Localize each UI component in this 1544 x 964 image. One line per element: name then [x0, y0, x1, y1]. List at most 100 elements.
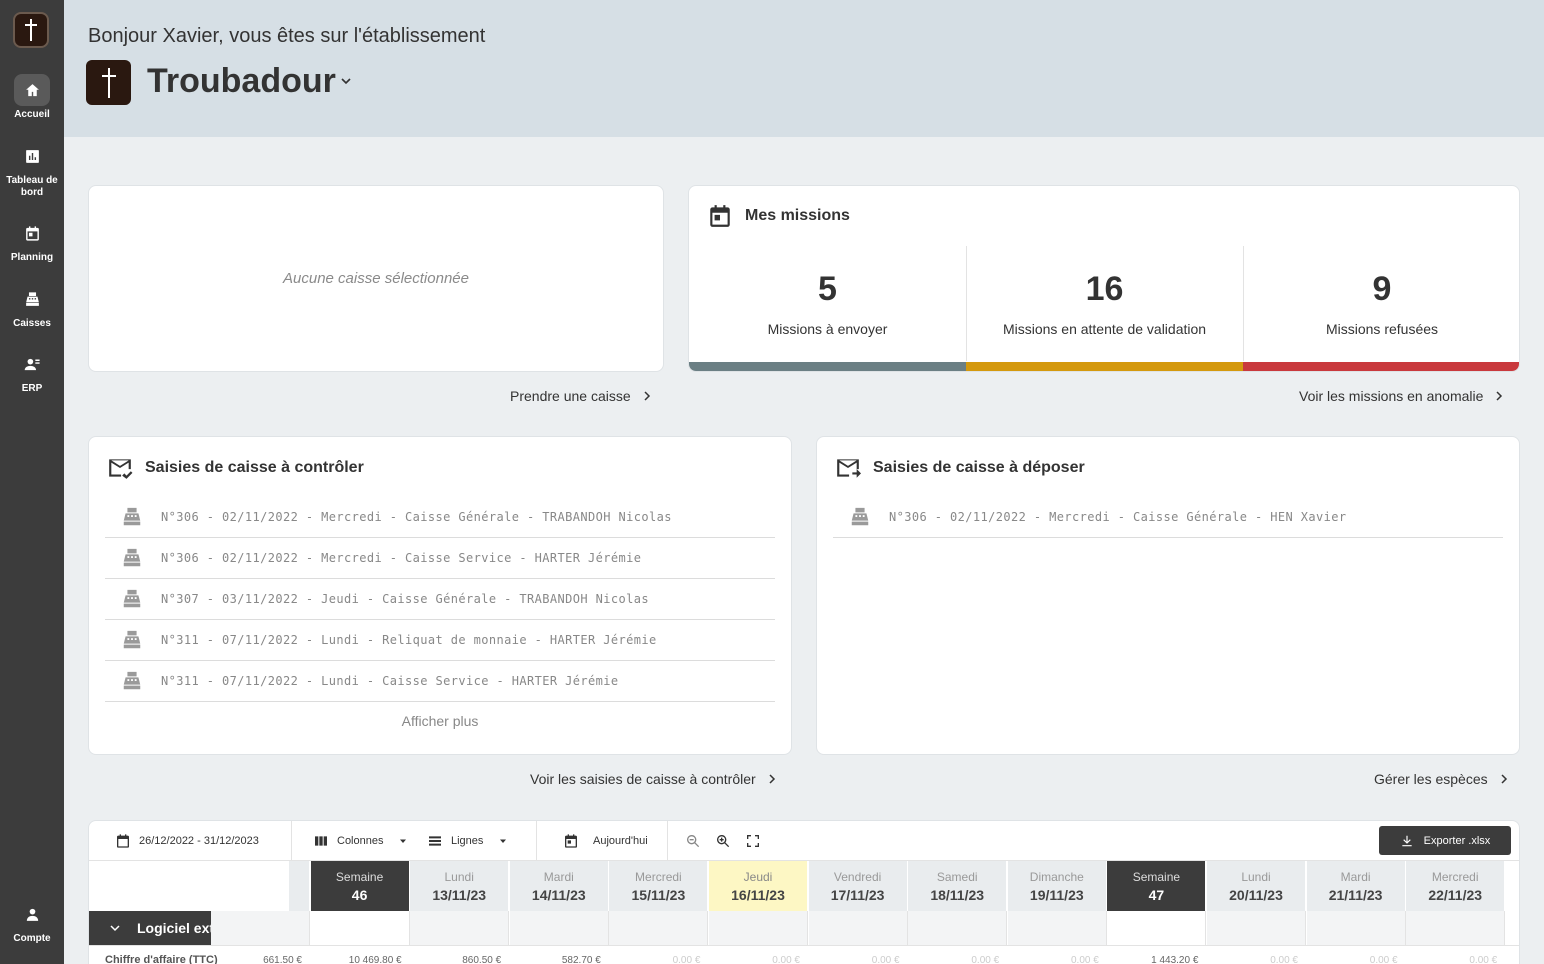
row-label-chiffre-affaire: Chiffre d'affaire (TTC)	[105, 954, 218, 964]
group-cell	[908, 911, 1008, 945]
fullscreen-icon	[747, 835, 759, 847]
sidebar-item-label: ERP	[21, 383, 43, 394]
column-header[interactable]: Mercredi 22/11/23	[1406, 861, 1506, 911]
establishment-logo	[86, 60, 131, 105]
day-name: Mercredi	[635, 870, 682, 884]
group-cell	[1107, 911, 1207, 945]
link-label: Voir les missions en anomalie	[1299, 388, 1484, 404]
voir-saisies-link[interactable]: Voir les saisies de caisse à contrôler	[530, 771, 778, 787]
mission-en-attente[interactable]: 16 Missions en attente de validation	[966, 246, 1243, 361]
chevron-right-icon	[1496, 391, 1503, 401]
table-cell[interactable]: 0.00 €	[1406, 955, 1505, 964]
app-logo[interactable]	[13, 12, 49, 48]
sidebar-item-compte[interactable]: Compte	[0, 898, 64, 945]
table-cell[interactable]: 0.00 €	[809, 955, 908, 964]
controler-title: Saisies de caisse à contrôler	[107, 455, 364, 481]
rows-dropdown[interactable]: Lignes	[427, 821, 509, 861]
today-button[interactable]: Aujourd'hui	[563, 821, 648, 861]
data-table: 26/12/2022 - 31/12/2023 Colonnes Lignes …	[88, 820, 1520, 964]
mission-count: 16	[1085, 270, 1124, 308]
mail-send-icon	[837, 459, 861, 478]
column-header[interactable]: Vendredi 17/11/23	[808, 861, 908, 911]
list-item[interactable]: N°306 - 02/11/2022 - Mercredi - Caisse G…	[833, 497, 1503, 538]
divider	[291, 821, 292, 861]
table-cell[interactable]: 0.00 €	[1008, 955, 1107, 964]
list-item-text: N°311 - 07/11/2022 - Lundi - Caisse Serv…	[161, 674, 619, 688]
table-cell[interactable]: 582.70 €	[510, 955, 609, 964]
mission-a-envoyer[interactable]: 5 Missions à envoyer	[689, 246, 966, 361]
status-bar-grey	[689, 362, 966, 371]
table-cell[interactable]: 0.00 €	[1207, 955, 1306, 964]
mission-refusees[interactable]: 9 Missions refusées	[1243, 246, 1519, 361]
group-cell	[609, 911, 709, 945]
sidebar-item-label: Planning	[10, 252, 54, 263]
divider	[667, 821, 668, 861]
sidebar-item-tableau-de-bord[interactable]: Tableau de bord	[0, 140, 64, 199]
column-header[interactable]: Samedi 18/11/23	[908, 861, 1008, 911]
table-cell[interactable]: 0.00 €	[709, 955, 808, 964]
day-name: Vendredi	[833, 870, 882, 884]
table-cell[interactable]: 661.50 €	[211, 955, 310, 964]
column-header[interactable]: Mardi 21/11/23	[1306, 861, 1406, 911]
list-item[interactable]: N°311 - 07/11/2022 - Lundi - Reliquat de…	[105, 620, 775, 661]
establishment-name[interactable]: Troubadour	[147, 62, 336, 101]
account-icon	[14, 898, 50, 930]
list-item-text: N°307 - 03/11/2022 - Jeudi - Caisse Géné…	[161, 592, 649, 606]
show-more-button[interactable]: Afficher plus	[89, 713, 791, 729]
calendar-icon	[565, 834, 577, 848]
day-date: 22/11/23	[1428, 887, 1483, 903]
list-item[interactable]: N°311 - 07/11/2022 - Lundi - Caisse Serv…	[105, 661, 775, 702]
date-range-text: 26/12/2022 - 31/12/2023	[139, 835, 259, 847]
missions-anomalie-link[interactable]: Voir les missions en anomalie	[1299, 388, 1505, 404]
column-header[interactable]: Mercredi 15/11/23	[609, 861, 709, 911]
column-header[interactable]: Jeudi 16/11/23	[709, 861, 808, 911]
group-cell	[1007, 911, 1107, 945]
sidebar-item-caisses[interactable]: Caisses	[0, 283, 64, 330]
column-header[interactable]: Dimanche 19/11/23	[1007, 861, 1107, 911]
table-cell[interactable]: 0.00 €	[609, 955, 708, 964]
day-name: Semaine	[335, 870, 384, 884]
table-cell[interactable]: 10 469.80 €	[311, 955, 410, 964]
rows-icon	[429, 836, 441, 846]
column-header[interactable]: Mardi 14/11/23	[509, 861, 609, 911]
zoom-out-button[interactable]	[685, 821, 701, 861]
sidebar-item-erp[interactable]: ERP	[0, 348, 64, 395]
chevron-right-icon	[1501, 774, 1507, 784]
date-range-picker[interactable]: 26/12/2022 - 31/12/2023	[115, 821, 259, 861]
link-label: Gérer les espèces	[1374, 771, 1488, 787]
saisies-deposer-card: Saisies de caisse à déposer N°306 - 02/1…	[816, 436, 1520, 755]
chevron-down-icon[interactable]	[338, 73, 354, 89]
day-date: 46	[351, 887, 368, 903]
table-cell[interactable]: 0.00 €	[1307, 955, 1406, 964]
caret-down-icon	[500, 839, 507, 843]
table-cell[interactable]: 860.50 €	[410, 955, 509, 964]
list-item[interactable]: N°306 - 02/11/2022 - Mercredi - Caisse G…	[105, 497, 775, 538]
group-cell	[808, 911, 908, 945]
deposer-title-text: Saisies de caisse à déposer	[873, 459, 1085, 476]
column-header[interactable]: Dimanche 12/11/23	[289, 861, 310, 911]
columns-dropdown[interactable]: Colonnes	[313, 821, 409, 861]
chevron-down-icon	[110, 925, 120, 932]
missions-title-text: Mes missions	[745, 207, 850, 224]
mission-count: 9	[1372, 270, 1392, 308]
prendre-caisse-link[interactable]: Prendre une caisse	[510, 388, 653, 404]
fullscreen-button[interactable]	[745, 821, 761, 861]
table-cell[interactable]: 0.00 €	[908, 955, 1007, 964]
column-header[interactable]: Lundi 13/11/23	[410, 861, 510, 911]
sidebar-item-accueil[interactable]: Accueil	[0, 74, 64, 121]
list-item[interactable]: N°306 - 02/11/2022 - Mercredi - Caisse S…	[105, 538, 775, 579]
zoom-in-button[interactable]	[715, 821, 731, 861]
column-header[interactable]: Semaine 46	[310, 861, 410, 911]
sidebar-item-planning[interactable]: Planning	[0, 217, 64, 264]
saisies-controler-card: Saisies de caisse à contrôler N°306 - 02…	[88, 436, 792, 755]
table-cell[interactable]: 1 443.20 €	[1107, 955, 1206, 964]
export-button[interactable]: Exporter .xlsx	[1379, 826, 1511, 855]
header: Bonjour Xavier, vous êtes sur l'établiss…	[64, 0, 1544, 137]
column-header[interactable]: Lundi 20/11/23	[1207, 861, 1306, 911]
column-header[interactable]: Semaine 47	[1107, 861, 1207, 911]
gerer-especes-link[interactable]: Gérer les espèces	[1374, 771, 1510, 787]
day-name: Samedi	[936, 870, 978, 884]
columns-label: Colonnes	[337, 835, 384, 847]
list-item[interactable]: N°307 - 03/11/2022 - Jeudi - Caisse Géné…	[105, 579, 775, 620]
mail-check-icon	[109, 459, 133, 479]
